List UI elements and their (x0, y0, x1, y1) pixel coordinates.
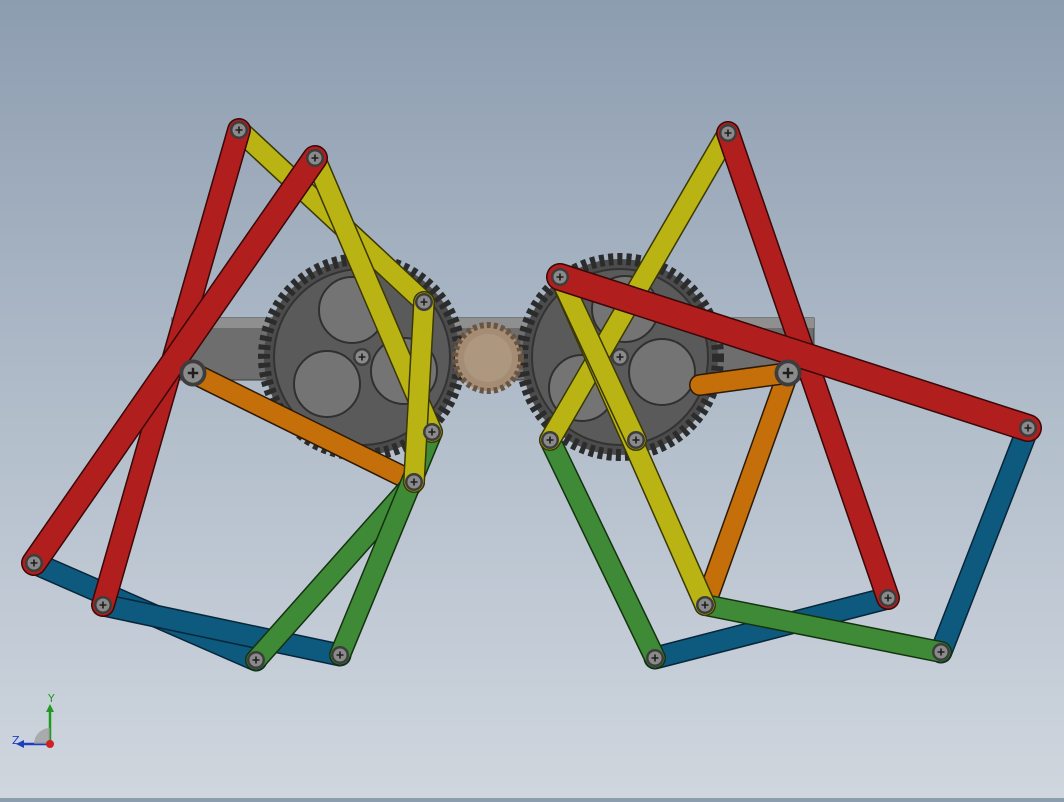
z-axis-label: Z (12, 734, 20, 747)
y-axis-label: Y (48, 692, 55, 705)
mechanism-drawing[interactable] (0, 0, 1064, 798)
center-pinion-gear[interactable] (452, 322, 524, 394)
cad-viewport[interactable] (0, 0, 1064, 798)
right-leg-linkage[interactable] (539, 121, 1042, 670)
orientation-triad[interactable]: Y Z (8, 692, 60, 756)
origin-dot-icon (46, 740, 54, 748)
